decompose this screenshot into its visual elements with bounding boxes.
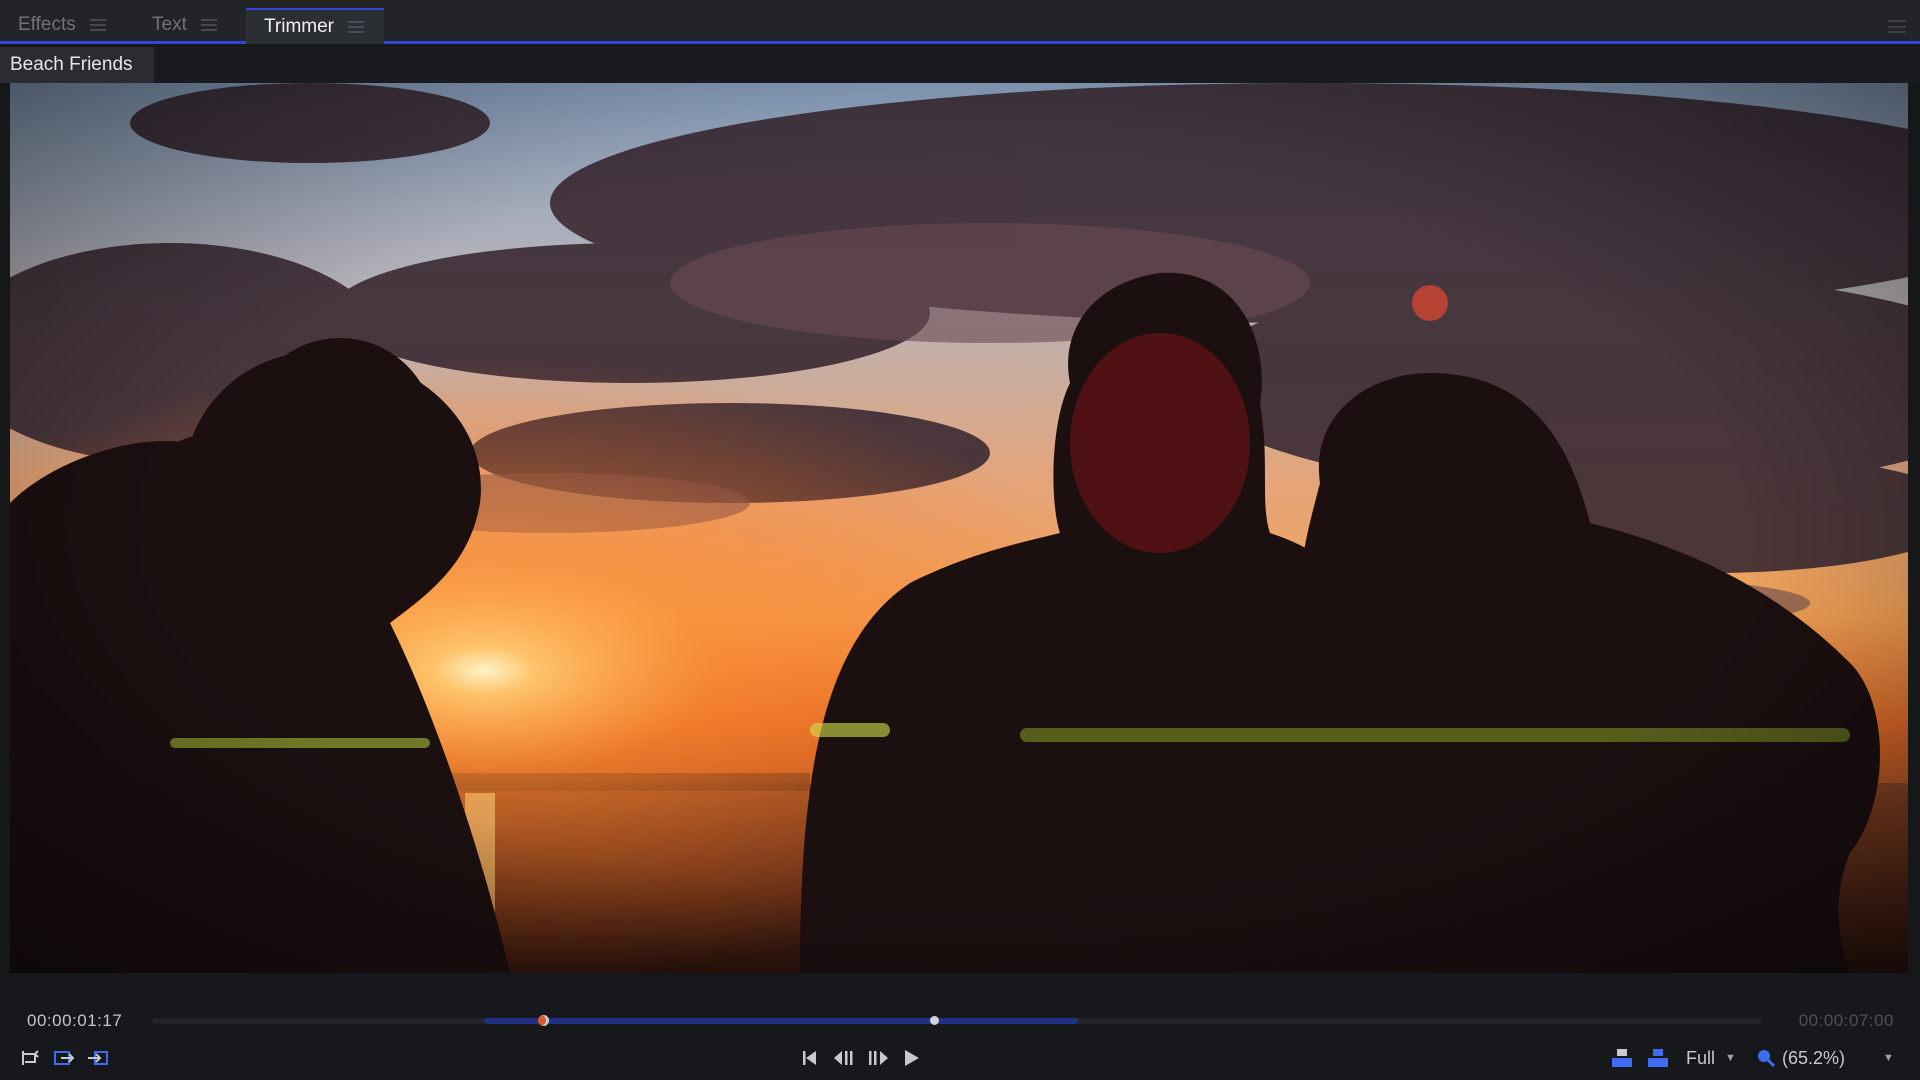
skip-to-start-icon bbox=[803, 1051, 816, 1065]
step-forward-button[interactable] bbox=[866, 1045, 890, 1071]
tab-text-label: Text bbox=[152, 14, 187, 35]
skip-to-start-button[interactable] bbox=[800, 1045, 820, 1071]
trimmer-controls: 00:00:01:17 00:00:07:00 Full ▼ (65.2%) ▼ bbox=[0, 973, 1920, 1080]
mark-in-icon bbox=[54, 1051, 75, 1065]
tab-effects-label: Effects bbox=[18, 14, 76, 35]
layout-b-button[interactable] bbox=[1646, 1045, 1670, 1071]
tab-text[interactable]: Text bbox=[134, 6, 244, 44]
trim-range[interactable] bbox=[484, 1018, 1078, 1024]
layout-a-button[interactable] bbox=[1610, 1045, 1634, 1071]
step-back-icon bbox=[834, 1051, 853, 1065]
chevron-down-icon: ▼ bbox=[1725, 1052, 1736, 1064]
clip-header: Beach Friends bbox=[0, 47, 1920, 83]
quality-dropdown[interactable]: Full ▼ bbox=[1686, 1045, 1736, 1071]
current-timecode: 00:00:01:17 bbox=[27, 1011, 123, 1030]
magnifier-icon bbox=[1758, 1050, 1776, 1068]
panel-menu-icon[interactable] bbox=[1888, 20, 1906, 33]
panel-tab-bar: Effects Text Trimmer bbox=[0, 0, 1920, 44]
layout-a-icon bbox=[1612, 1049, 1632, 1067]
step-forward-icon bbox=[869, 1051, 888, 1065]
play-icon bbox=[905, 1050, 919, 1066]
zoom-label: (65.2%) bbox=[1782, 1047, 1846, 1068]
mark-out-icon bbox=[88, 1051, 108, 1065]
clip-name: Beach Friends bbox=[0, 47, 154, 83]
mark-in-button[interactable] bbox=[52, 1045, 76, 1071]
play-button[interactable] bbox=[900, 1045, 922, 1071]
mark-out-button[interactable] bbox=[86, 1045, 110, 1071]
chevron-down-icon: ▼ bbox=[1883, 1052, 1894, 1064]
tab-trimmer-label: Trimmer bbox=[264, 16, 334, 37]
loop-button[interactable] bbox=[18, 1045, 42, 1071]
quality-label: Full bbox=[1686, 1047, 1716, 1068]
layout-b-icon bbox=[1648, 1049, 1668, 1067]
step-back-button[interactable] bbox=[832, 1045, 856, 1071]
video-viewer[interactable] bbox=[10, 83, 1908, 973]
playhead-handle[interactable] bbox=[930, 1016, 939, 1025]
zoom-dropdown[interactable]: (65.2%) ▼ bbox=[1756, 1045, 1894, 1071]
tab-effects[interactable]: Effects bbox=[0, 6, 126, 44]
video-frame bbox=[10, 83, 1908, 973]
loop-icon bbox=[22, 1050, 39, 1065]
tab-menu-icon[interactable] bbox=[348, 21, 364, 33]
in-point-handle[interactable] bbox=[538, 1015, 549, 1026]
tab-menu-icon[interactable] bbox=[200, 19, 217, 31]
tab-trimmer[interactable]: Trimmer bbox=[246, 8, 384, 44]
tab-menu-icon[interactable] bbox=[89, 19, 106, 31]
duration-timecode: 00:00:07:00 bbox=[1798, 1011, 1894, 1030]
